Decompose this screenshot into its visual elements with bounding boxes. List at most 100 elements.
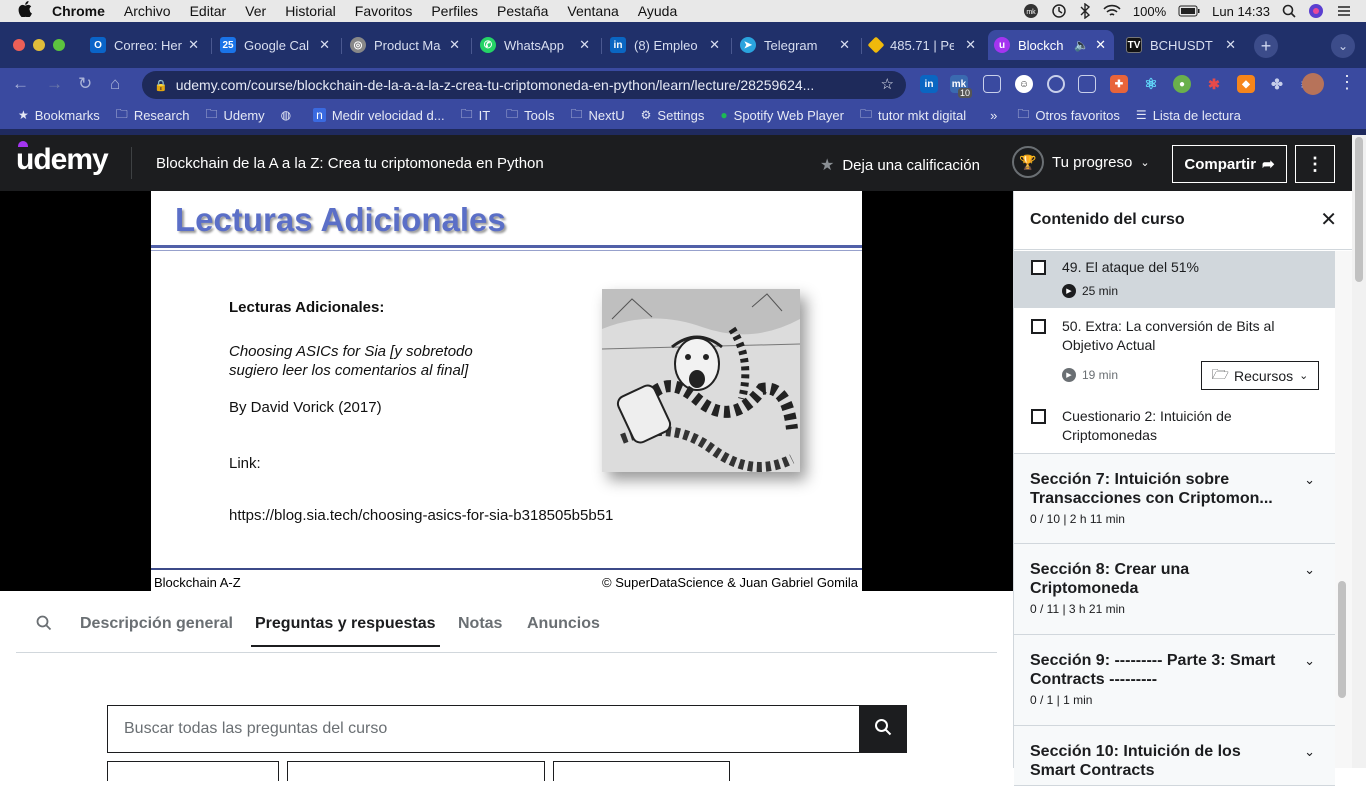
more-options-button[interactable]: ⋮ bbox=[1295, 145, 1335, 183]
apple-icon[interactable] bbox=[18, 1, 36, 21]
tab-descripcion-general[interactable]: Descripción general bbox=[80, 615, 233, 633]
tab-product[interactable]: ◎ Product Ma ✕ bbox=[344, 30, 468, 60]
tab-close-icon[interactable]: ✕ bbox=[449, 37, 460, 53]
filter-dropdown-2[interactable] bbox=[287, 761, 545, 781]
bookmark-it[interactable]: 🗀 IT bbox=[461, 105, 491, 126]
section-7[interactable]: Sección 7: Intuición sobre Transacciones… bbox=[1014, 453, 1335, 544]
tab-tradingview[interactable]: TV BCHUSDT ✕ bbox=[1120, 30, 1244, 60]
address-bar[interactable]: 🔒 udemy.com/course/blockchain-de-la-a-a-… bbox=[142, 71, 906, 99]
lecture-item-49[interactable]: 49. El ataque del 51% ▶ 25 min bbox=[1014, 251, 1335, 308]
bookmark-spotify[interactable]: ● Spotify Web Player bbox=[720, 108, 844, 123]
siri-icon[interactable] bbox=[1308, 3, 1324, 19]
questions-search-button[interactable] bbox=[859, 705, 907, 753]
window-maximize-button[interactable] bbox=[53, 39, 65, 51]
tab-binance[interactable]: 485.71 | Pe ✕ bbox=[864, 30, 984, 60]
react-devtools-icon[interactable]: ⚛ bbox=[1142, 75, 1160, 93]
menu-ventana[interactable]: Ventana bbox=[567, 3, 618, 19]
tab-google-calendar[interactable]: 25 Google Cal ✕ bbox=[214, 30, 338, 60]
circle-extension-icon[interactable] bbox=[1047, 75, 1065, 93]
bookmark-otros-favoritos[interactable]: 🗀 Otros favoritos bbox=[1017, 105, 1120, 126]
rate-course-button[interactable]: ★ Deja una calificación bbox=[820, 155, 980, 175]
menu-pestana[interactable]: Pestaña bbox=[497, 3, 548, 19]
tab-close-icon[interactable]: ✕ bbox=[709, 37, 720, 53]
section-9[interactable]: Sección 9: --------- Parte 3: Smart Cont… bbox=[1014, 635, 1335, 726]
mk-status-icon[interactable]: mk bbox=[1023, 3, 1039, 19]
frog-extension-icon[interactable]: ● bbox=[1173, 75, 1191, 93]
bookmark-lista-lectura[interactable]: ☰ Lista de lectura bbox=[1136, 108, 1241, 123]
lecture-checkbox[interactable] bbox=[1031, 409, 1046, 424]
bookmark-tools[interactable]: 🗀 Tools bbox=[506, 105, 554, 126]
bug-extension-icon[interactable]: ✱ bbox=[1205, 75, 1223, 93]
udemy-logo[interactable]: udemy bbox=[16, 143, 109, 177]
tab-whatsapp[interactable]: ✆ WhatsApp ✕ bbox=[474, 30, 598, 60]
bookmark-star-icon[interactable]: ☆ bbox=[881, 75, 894, 93]
chrome-menu-icon[interactable]: ⋮ bbox=[1338, 72, 1356, 93]
tab-preguntas-respuestas[interactable]: Preguntas y respuestas bbox=[251, 615, 440, 647]
menu-historial[interactable]: Historial bbox=[285, 3, 336, 19]
resources-dropdown-button[interactable]: 🗁 Recursos ⌄ bbox=[1201, 361, 1319, 390]
menu-perfiles[interactable]: Perfiles bbox=[431, 3, 478, 19]
tab-close-icon[interactable]: ✕ bbox=[965, 37, 976, 53]
smile-extension-icon[interactable]: ☺ bbox=[1015, 75, 1033, 93]
time-machine-icon[interactable] bbox=[1051, 3, 1067, 19]
home-icon[interactable]: ⌂ bbox=[110, 74, 120, 94]
tab-correo[interactable]: O Correo: Her ✕ bbox=[84, 30, 207, 60]
forward-icon[interactable]: → bbox=[46, 74, 63, 94]
tab-search-button[interactable]: ⌄ bbox=[1331, 34, 1355, 58]
tab-udemy-active[interactable]: u Blockch 🔈 ✕ bbox=[988, 30, 1114, 60]
close-icon[interactable]: ✕ bbox=[1320, 207, 1337, 232]
new-tab-button[interactable]: + bbox=[1254, 34, 1278, 58]
tab-linkedin[interactable]: in (8) Empleo ✕ bbox=[604, 30, 728, 60]
back-icon[interactable]: ← bbox=[12, 74, 29, 94]
course-title[interactable]: Blockchain de la A a la Z: Crea tu cript… bbox=[156, 155, 544, 172]
tab-close-icon[interactable]: ✕ bbox=[839, 37, 850, 53]
section-10[interactable]: Sección 10: Intuición de los Smart Contr… bbox=[1014, 726, 1335, 786]
tab-notas[interactable]: Notas bbox=[458, 615, 502, 633]
bookmark-bookmarks[interactable]: ★ Bookmarks bbox=[18, 108, 100, 123]
tab-anuncios[interactable]: Anuncios bbox=[527, 615, 600, 633]
bookmark-settings[interactable]: ⚙ Settings bbox=[641, 108, 705, 123]
bookmark-globe[interactable]: ◍ bbox=[281, 108, 297, 122]
menu-editar[interactable]: Editar bbox=[190, 3, 227, 19]
filter-dropdown-1[interactable] bbox=[107, 761, 279, 781]
quiz-item-2[interactable]: Cuestionario 2: Intuición de Criptomoned… bbox=[1014, 398, 1335, 453]
wifi-icon[interactable] bbox=[1103, 4, 1121, 18]
bookmark-udemy[interactable]: 🗀 Udemy bbox=[205, 105, 264, 126]
bookmarks-overflow[interactable]: » bbox=[990, 108, 997, 123]
linkedin-extension-icon[interactable]: in bbox=[920, 75, 938, 93]
lock-icon[interactable]: 🔒 bbox=[154, 79, 168, 92]
bookmark-research[interactable]: 🗀 Research bbox=[116, 105, 190, 126]
bookmark-medir-velocidad[interactable]: n Medir velocidad d... bbox=[313, 108, 445, 123]
share-button[interactable]: Compartir ➦ bbox=[1172, 145, 1287, 183]
metamask-icon[interactable]: ◆ bbox=[1237, 75, 1255, 93]
sidebar-scrollbar-thumb[interactable] bbox=[1338, 581, 1346, 698]
sidebar-scrollbar[interactable] bbox=[1335, 251, 1352, 768]
page-scrollbar[interactable] bbox=[1352, 135, 1366, 768]
window-extension-icon[interactable] bbox=[1078, 75, 1096, 93]
questions-search-input[interactable]: Buscar todas las preguntas del curso bbox=[107, 705, 860, 753]
bookmark-nextu[interactable]: 🗀 NextU bbox=[571, 105, 625, 126]
tab-close-icon[interactable]: ✕ bbox=[1095, 37, 1106, 53]
menu-ayuda[interactable]: Ayuda bbox=[638, 3, 677, 19]
menu-app-name[interactable]: Chrome bbox=[52, 3, 105, 19]
tab-close-icon[interactable]: ✕ bbox=[579, 37, 590, 53]
progress-button[interactable]: 🏆 Tu progreso ⌄ bbox=[1012, 146, 1150, 178]
video-player[interactable]: Lecturas Adicionales Lecturas Adicionale… bbox=[0, 191, 1013, 591]
orange-extension-icon[interactable]: ✚ bbox=[1110, 75, 1128, 93]
filter-dropdown-3[interactable] bbox=[553, 761, 730, 781]
window-minimize-button[interactable] bbox=[33, 39, 45, 51]
tab-close-icon[interactable]: ✕ bbox=[319, 37, 330, 53]
tab-telegram[interactable]: ➤ Telegram ✕ bbox=[734, 30, 858, 60]
lecture-checkbox[interactable] bbox=[1031, 319, 1046, 334]
window-close-button[interactable] bbox=[13, 39, 25, 51]
search-icon[interactable] bbox=[36, 615, 52, 636]
menu-favoritos[interactable]: Favoritos bbox=[355, 3, 413, 19]
audio-playing-icon[interactable]: 🔈 bbox=[1074, 38, 1089, 52]
menu-ver[interactable]: Ver bbox=[245, 3, 266, 19]
menu-archivo[interactable]: Archivo bbox=[124, 3, 171, 19]
control-center-icon[interactable] bbox=[1336, 4, 1352, 18]
profile-avatar[interactable] bbox=[1302, 73, 1324, 95]
grid-extension-icon[interactable] bbox=[983, 75, 1001, 93]
lecture-checkbox[interactable] bbox=[1031, 260, 1046, 275]
clock[interactable]: Lun 14:33 bbox=[1212, 4, 1270, 19]
